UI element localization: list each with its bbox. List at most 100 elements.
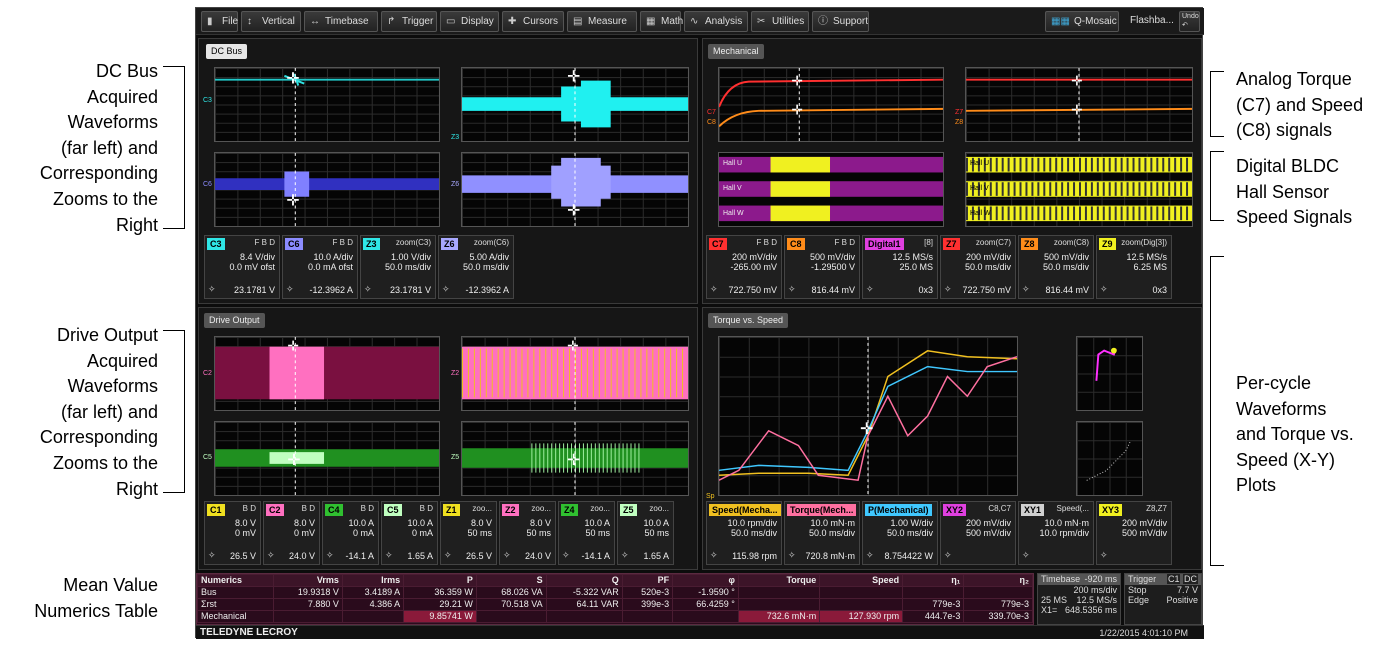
channel-tag: C2 [266,504,284,516]
numerics-row[interactable]: Bus 19.9318 V 3.4189 A 36.359 W 68.026 VA -5.… [197,586,1033,599]
measure-star-icon: ✧ [562,550,570,560]
annotation-drive-output: Drive Output Acquired Waveforms (far left) … [40,323,158,502]
menu-analysis-button[interactable]: ∿ Analysis [684,11,748,32]
channel-setting: 10.0 mN·m [810,518,855,528]
grid-c3[interactable]: ✛ [214,67,440,142]
numerics-cell: Bus [197,586,274,599]
channel-setting: 0 mA [411,528,433,538]
channel-descriptor[interactable]: C4 B D 10.0 A0 mA -14.1 A ✧ [322,501,379,565]
numerics-header: Q [545,574,623,587]
channel-setting: 1.00 V/div [390,252,431,262]
qmosaic-button[interactable]: ▦▦ Q-Mosaic [1045,11,1119,32]
annotation-line: (C8) signals [1236,120,1333,141]
channel-descriptor[interactable]: Digital1 [8] 12.5 MS/s 25.0 MS 0x3 ✧ [862,235,938,299]
grid-xy1[interactable] [1076,421,1143,496]
channel-descriptor[interactable]: Z7 zoom(C7) 200 mV/div 50.0 ms/div 722.750 m… [940,235,1016,299]
annotation-line: Zooms to the [52,452,158,473]
menu-label: Cursors [523,16,559,27]
support-icon: ⓘ [818,16,828,27]
grid-c5[interactable]: ✛ [214,421,440,496]
channel-descriptor[interactable]: Z6 zoom(C6) 5.00 A/div 50.0 ms/div -12.3962 … [438,235,514,299]
tab-drive-output[interactable]: Drive Output [204,313,265,328]
menu-file-button[interactable]: ▮ File [201,11,238,32]
channel-descriptor[interactable]: Z3 zoom(C3) 1.00 V/div 50.0 ms/div 23.1781 V… [360,235,436,299]
undo-button[interactable]: Undo ↶ [1179,11,1200,32]
channel-descriptor[interactable]: Speed(Mecha... 10.0 rpm/div 50.0 ms/div 115… [706,501,782,565]
channel-descriptor[interactable]: Z5 zoo... 10.0 A 50 ms 1.65 A ✧ [617,501,674,565]
menu-vertical-button[interactable]: ↕ Vertical [241,11,301,32]
numerics-header: φ [672,574,739,587]
numerics-table[interactable]: Numerics Vrms Irms P S Q PF φ Torque Speed η₁ η₂ Bus… [196,573,1034,625]
numerics-header: Torque [737,574,821,587]
grid-z6[interactable]: ✛ [461,152,689,227]
grid-xy2[interactable] [1076,336,1143,411]
numerics-row[interactable]: Mechanical 9.85741 W 732.6 mN·m 127.930 rpm… [197,610,1033,623]
channel-descriptor[interactable]: Z1 zoo... 8.0 V 50 ms 26.5 V ✧ [440,501,497,565]
grid-z3[interactable]: ✛ [461,67,689,142]
grid-z5[interactable]: ✛ [461,421,689,496]
channel-descriptor[interactable]: Z4 zoo... 10.0 A 50 ms -14.1 A ✧ [558,501,615,565]
channel-descriptor[interactable]: Z2 zoo... 8.0 V 50 ms 24.0 V ✧ [499,501,556,565]
channel-descriptor[interactable]: XY1 Speed(... 10.0 mN·m 10.0 rpm/div ✧ [1018,501,1094,565]
timebase-descriptor[interactable]: Timebase -920 ms 200 ms/div 25 MS 12.5 MS… [1037,573,1121,625]
channel-descriptor[interactable]: C5 B D 10.0 A0 mA 1.65 A ✧ [381,501,438,565]
menu-support-button[interactable]: ⓘ Support [812,11,869,32]
channel-tag: C6 [285,238,303,250]
annotation-per-cycle: Per-cycle Waveforms and Torque vs. Speed (X… [1236,371,1354,499]
grid-c6[interactable]: ✛ [214,152,440,227]
cursors-icon: ✚ [508,16,517,27]
channel-setting: 200 mV/div [1121,518,1167,528]
channel-descriptor[interactable]: C7 F B D 200 mV/div -265.00 mV 722.750 mV ✧ [706,235,782,299]
channel-descriptor[interactable]: Z9 zoom(Dig[3]) 12.5 MS/s 6.25 MS 0x3 ✧ [1096,235,1172,299]
menu-cursors-button[interactable]: ✚ Cursors [502,11,564,32]
menu-trigger-button[interactable]: ↱ Trigger [381,11,437,32]
grid-z7-z8[interactable]: ✛ ✛ [965,67,1193,142]
channel-descriptor[interactable]: C3 F B D 8.4 V/div 0.0 mV ofst 23.1781 V ✧ [204,235,280,299]
math-icon: ▦ [646,16,656,27]
menu-measure-button[interactable]: ▤ Measure [567,11,637,32]
channel-descriptor[interactable]: Z8 zoom(C8) 500 mV/div 50.0 ms/div 816.44 mV… [1018,235,1094,299]
channel-descriptor[interactable]: C1 B D 8.0 V0 mV 26.5 V ✧ [204,501,261,565]
numerics-row[interactable]: Σrst 7.880 V 4.386 A 29.21 W 70.518 VA 64.11 … [197,598,1033,611]
menu-bar: ▦▦ Q-Mosaic Flashba... Undo ↶ ▮ File ↕ Verti… [196,8,1204,35]
channel-setting: 0 mV [293,528,315,538]
menu-math-button[interactable]: ▦ Math [640,11,683,32]
svg-text:✛: ✛ [791,74,803,89]
channel-setting: 10.0 rpm/div [1039,528,1089,538]
flashback-button[interactable]: Flashba... [1124,11,1176,32]
trigger-type: Edge [1128,595,1150,605]
trigger-channel: C1 [1166,574,1181,584]
channel-setting: 8.0 V [529,518,551,528]
grid-per-cycle[interactable]: ✛ [718,336,1018,496]
menu-utilities-button[interactable]: ✂ Utilities [751,11,809,32]
menu-label: Trigger [402,16,434,27]
grid-c2[interactable]: ✛ [214,336,440,411]
grid-z9[interactable]: Hall U Hall V Hall W [965,152,1193,227]
menu-timebase-button[interactable]: ↔ Timebase [304,11,378,32]
annotation-line: Corresponding [39,427,158,448]
grid-z2[interactable]: ✛ [461,336,689,411]
tab-dc-bus[interactable]: DC Bus [206,44,248,59]
channel-flags: F B D [254,238,275,247]
channel-descriptor[interactable]: Torque(Mech... 10.0 mN·m 50.0 ms/div 720.8 … [784,501,860,565]
channel-descriptor[interactable]: XY2 C8,C7 200 mV/div 500 mV/div ✧ [940,501,1016,565]
channel-descriptor[interactable]: C8 F B D 500 mV/div -1.29500 V 816.44 mV ✧ [784,235,860,299]
channel-setting: 50.0 ms/div [886,528,933,538]
channel-value: -14.1 A [581,551,610,561]
channel-descriptor[interactable]: C2 B D 8.0 V0 mV 24.0 V ✧ [263,501,320,565]
channel-descriptor[interactable]: XY3 Z8,Z7 200 mV/div 500 mV/div ✧ [1096,501,1172,565]
trigger-descriptor[interactable]: Trigger C1 DC Stop 7.7 V Edge Positive [1124,573,1202,625]
channel-descriptor[interactable]: C6 F B D 10.0 A/div 0.0 mA ofst -12.3962 A ✧ [282,235,358,299]
grid-digital[interactable]: Hall U Hall V Hall W [718,152,944,227]
channel-value: 26.5 V [465,551,492,561]
menu-display-button[interactable]: ▭ Display [440,11,499,32]
channel-setting: 6.25 MS [1133,262,1167,272]
channel-setting: 10.0 rpm/div [727,518,777,528]
annotation-line: Acquired [86,350,158,371]
channel-descriptor[interactable]: P(Mechanical) 1.00 W/div 50.0 ms/div 8.7544… [862,501,938,565]
grid-c7-c8[interactable]: ✛ ✛ [718,67,944,142]
tab-mechanical[interactable]: Mechanical [708,44,764,59]
tab-torque-speed[interactable]: Torque vs. Speed [708,313,789,328]
annotation-line: Right [115,478,158,499]
channel-value: 24.0 V [288,551,315,561]
